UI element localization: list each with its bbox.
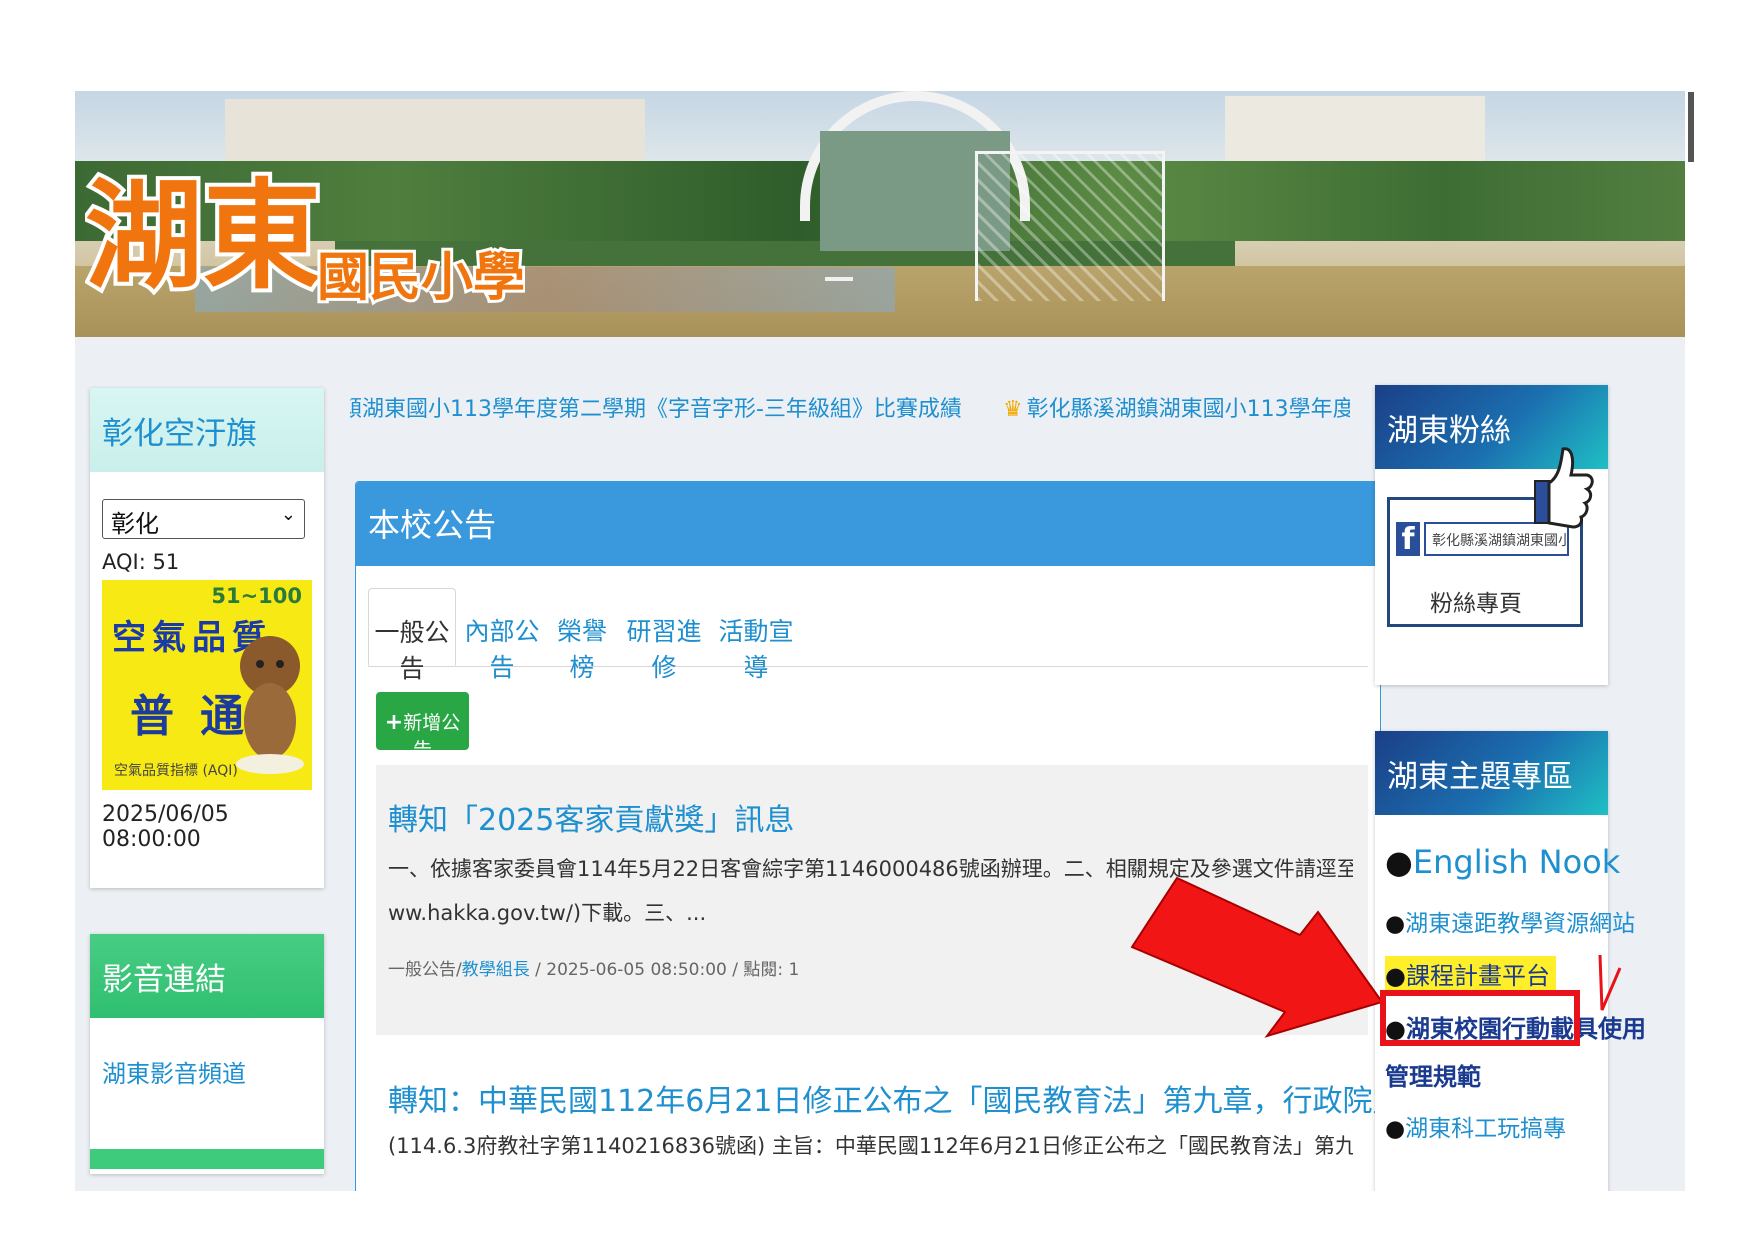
announcement-title: 本校公告 — [356, 482, 1380, 566]
announcement-summary-line: 一、依據客家委員會114年5月22日客會綜字第1146000486號函辦理。二、… — [388, 857, 1353, 881]
bullet-icon: ● — [1385, 962, 1406, 990]
bullet-icon: ● — [1385, 1116, 1406, 1142]
bullet-icon: ● — [1385, 911, 1406, 937]
aqi-city-select[interactable]: 彰化 ⌄ — [102, 499, 305, 539]
announcement-category: 一般公告/ — [388, 960, 462, 980]
crown-icon: ♛ — [1002, 397, 1023, 422]
announcement-meta: 一般公告/教學組長 / 2025-06-05 08:50:00 / 點閱: 1 — [388, 955, 799, 980]
facebook-icon: f — [1396, 522, 1420, 557]
announcement-panel: 本校公告 一般公告 內部公告 榮譽榜 研習進修 活動宣導 +新增公告 轉知「20… — [355, 481, 1381, 1191]
topic-link-device-rules[interactable]: ●湖東校園行動載具使用 — [1385, 1009, 1646, 1044]
chevron-down-icon: ⌄ — [280, 504, 296, 525]
mascot-icon — [236, 636, 304, 774]
topic-link-label: 湖東科工玩搞專 — [1405, 1116, 1567, 1142]
announcement-item: 轉知：中華民國112年6月21日修正公布之「國民教育法」第九章，行政院定自114… — [376, 1042, 1380, 1191]
tab-general[interactable]: 一般公告 — [368, 588, 456, 683]
next-widget-header — [90, 1149, 324, 1169]
announcement-summary-line: ww.hakka.gov.tw/)下載。三、... — [388, 901, 707, 925]
aqi-timestamp: 2025/06/05 08:00:00 — [102, 802, 229, 852]
aqi-widget-title: 彰化空汙旗 — [90, 388, 324, 472]
bullet-icon: ● — [1385, 843, 1413, 881]
announcement-date-views: / 2025-06-05 08:50:00 / 點閱: 1 — [529, 960, 800, 980]
announcement-summary: (114.6.3府教社字第1140216836號函) 主旨：中華民國112年6月… — [388, 1134, 1353, 1158]
announcement-tabs: 一般公告 內部公告 榮譽榜 研習進修 活動宣導 — [368, 588, 1368, 683]
page: 湖東 國民小學 彰化空汙旗 彰化 ⌄ AQI: 51 51~100 空氣品質 普… — [75, 91, 1685, 1191]
aqi-range: 51~100 — [211, 584, 302, 608]
ticker-item[interactable]: 顛湖東國小113學年度第二學期《字音字形-三年級組》比賽成績 — [350, 397, 962, 422]
announcement-author-link[interactable]: 教學組長 — [462, 960, 530, 980]
announcement-item: 轉知「2025客家貢獻獎」訊息 一、依據客家委員會114年5月22日客會綜字第1… — [376, 765, 1368, 1035]
aqi-status-card: 51~100 空氣品質 普通 空氣品質指標 (AQI) — [102, 580, 312, 790]
aqi-city-selected: 彰化 — [111, 510, 159, 538]
tab-internal[interactable]: 內部公告 — [458, 588, 546, 682]
topic-link-label-continued[interactable]: 管理規範 — [1385, 1057, 1481, 1092]
topic-link-label: English Nook — [1412, 843, 1621, 881]
topic-link-english-nook[interactable]: ●English Nook — [1385, 843, 1620, 881]
announcement-summary: 一、依據客家委員會114年5月22日客會綜字第1146000486號函辦理。二、… — [388, 847, 1353, 935]
add-announcement-button[interactable]: +新增公告 — [376, 692, 469, 761]
av-links-title: 影音連結 — [90, 934, 324, 1018]
topic-link-science[interactable]: ●湖東科工玩搞專 — [1385, 1109, 1566, 1143]
tab-honor[interactable]: 榮譽榜 — [548, 588, 616, 682]
add-announcement-label: 新增公告 — [403, 712, 461, 761]
slide-indicator[interactable] — [825, 277, 853, 281]
ticker-item[interactable]: 彰化縣溪湖鎮湖東國小113學年度第二學期《作文》比賽成績 — [1027, 397, 1350, 422]
av-links-widget: 影音連結 湖東影音頻道 — [90, 934, 324, 1174]
svg-text:湖東: 湖東 — [85, 167, 321, 305]
topic-link-label: 湖東校園行動載具使用 — [1405, 1015, 1646, 1043]
topic-link-remote-learning[interactable]: ●湖東遠距教學資源網站 — [1385, 904, 1635, 938]
aqi-index-label: 空氣品質指標 (AQI) — [114, 763, 238, 779]
fanpage-label: 粉絲專頁 — [1430, 591, 1522, 617]
announcement-title-link[interactable]: 轉知：中華民國112年6月21日修正公布之「國民教育法」第九章，行政院定自114… — [388, 1076, 1380, 1120]
svg-text:國民小學: 國民小學 — [317, 248, 525, 308]
school-banner: 湖東 國民小學 — [75, 91, 1685, 337]
aqi-value: AQI: 51 — [102, 550, 180, 574]
news-ticker: 顛湖東國小113學年度第二學期《字音字形-三年級組》比賽成績 ♛ 彰化縣溪湖鎮湖東… — [350, 371, 1350, 431]
topic-link-curriculum-plan[interactable]: ●課程計畫平台 — [1385, 956, 1556, 991]
plus-icon: + — [384, 710, 404, 735]
fans-widget: 湖東粉絲 f 彰化縣溪湖鎮湖東國小 粉絲專頁 — [1375, 385, 1608, 685]
bullet-icon: ● — [1385, 1015, 1406, 1043]
tab-events[interactable]: 活動宣導 — [712, 588, 800, 682]
tab-training[interactable]: 研習進修 — [620, 588, 708, 682]
announcement-title-link[interactable]: 轉知「2025客家貢獻獎」訊息 — [388, 795, 794, 839]
topics-title: 湖東主題專區 — [1375, 731, 1608, 815]
topic-link-label: 湖東遠距教學資源網站 — [1405, 911, 1636, 937]
thumbs-up-icon — [1534, 447, 1594, 529]
topic-link-label: 課程計畫平台 — [1405, 962, 1550, 990]
av-channel-link[interactable]: 湖東影音頻道 — [102, 1054, 246, 1089]
scrollbar[interactable] — [1688, 92, 1694, 162]
topics-widget: 湖東主題專區 ●English Nook ●湖東遠距教學資源網站 ●課程計畫平台… — [1375, 731, 1646, 1191]
aqi-widget: 彰化空汙旗 彰化 ⌄ AQI: 51 51~100 空氣品質 普通 空氣品質指標… — [90, 388, 324, 888]
school-logo: 湖東 國民小學 — [85, 163, 525, 311]
